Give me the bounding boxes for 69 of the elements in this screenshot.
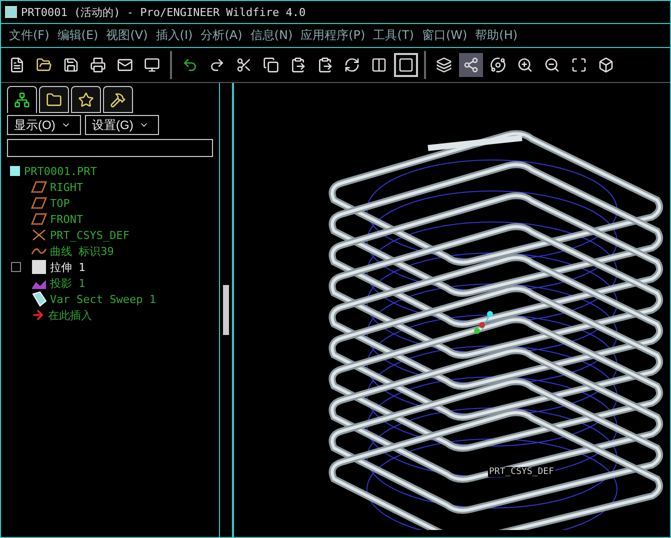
part-icon (9, 165, 21, 177)
menu-item[interactable]: 视图(V) (106, 27, 148, 44)
plane-icon (31, 197, 47, 209)
selection-box-button[interactable] (394, 53, 418, 77)
save-icon (63, 57, 79, 73)
tree-item[interactable]: RIGHT (9, 179, 211, 195)
panel-tab[interactable] (39, 86, 69, 113)
window-title-text: PRT0001 (活动的) - Pro/ENGINEER Wildfire 4.0 (21, 4, 306, 20)
zoom-out-icon (544, 57, 560, 73)
plane-icon (31, 181, 47, 193)
tree-item[interactable]: 投影 1 (9, 275, 211, 291)
csys-icon (31, 228, 47, 242)
tree-item[interactable]: PRT0001.PRT (9, 163, 211, 179)
panel-tab[interactable] (103, 86, 133, 113)
curve-icon (31, 246, 47, 256)
new-file-icon (9, 57, 25, 73)
print-icon (90, 57, 106, 73)
nodes-button[interactable] (459, 53, 483, 77)
menu-item[interactable]: 编辑(E) (57, 27, 98, 44)
spin-icon (490, 57, 506, 73)
menu-item[interactable]: 帮助(H) (475, 27, 518, 44)
tree-item[interactable]: 拉伸 1 (9, 259, 211, 275)
hammer-icon (110, 92, 126, 108)
selection-box-icon (398, 57, 414, 73)
menu-item[interactable]: 工具(T) (373, 27, 414, 44)
expand-toggle[interactable] (11, 262, 21, 272)
menu-item[interactable]: 信息(N) (250, 27, 293, 44)
zoom-in-icon (517, 57, 533, 73)
tree-item[interactable]: Var Sect Sweep 1 (9, 291, 211, 307)
tree-item[interactable]: TOP (9, 195, 211, 211)
plane-icon (31, 213, 47, 225)
tree-icon (14, 92, 30, 108)
monitor-icon (144, 57, 160, 73)
menu-item[interactable]: 分析(A) (200, 27, 242, 44)
folder-icon (36, 57, 52, 73)
paste-icon (290, 57, 306, 73)
tree-item[interactable]: PRT_CSYS_DEF (9, 227, 211, 243)
menu-item[interactable]: 文件(F) (9, 27, 50, 44)
tree-item[interactable]: FRONT (9, 211, 211, 227)
tree-item[interactable]: 在此插入 (9, 307, 211, 323)
3d-viewport[interactable]: PRT_CSYS_DEF (234, 83, 670, 537)
paste-icon (317, 57, 333, 73)
dropdown-button[interactable]: 设置(G) (85, 115, 159, 135)
copy-icon (263, 57, 279, 73)
dropdown-button[interactable]: 显示(O) (7, 115, 81, 135)
arrow-icon (31, 308, 45, 322)
splitter-handle[interactable] (223, 285, 229, 335)
sweep-icon (31, 291, 47, 307)
app-icon (5, 6, 17, 18)
search-field[interactable] (7, 139, 213, 157)
menu-item[interactable]: 应用程序(P) (300, 27, 366, 44)
cut-icon (236, 57, 252, 73)
nodes-icon (463, 57, 479, 73)
extrude-icon (31, 259, 47, 275)
menu-item[interactable]: 窗口(W) (422, 27, 468, 44)
redo-icon (209, 57, 225, 73)
panel-tab[interactable] (71, 86, 101, 113)
envelope-icon (117, 57, 133, 73)
zoom-fit-icon (571, 57, 587, 73)
folders-icon (46, 92, 62, 108)
csys-label: PRT_CSYS_DEF (488, 467, 556, 477)
box-icon (598, 57, 614, 73)
regenerate-icon (344, 57, 360, 73)
tree-item[interactable]: 曲线 标识39 (9, 243, 211, 259)
undo-icon (182, 57, 198, 73)
menu-item[interactable]: 插入(I) (156, 27, 193, 44)
panel-tab[interactable] (7, 86, 37, 113)
favorites-icon (78, 92, 94, 108)
columns-icon (371, 57, 387, 73)
